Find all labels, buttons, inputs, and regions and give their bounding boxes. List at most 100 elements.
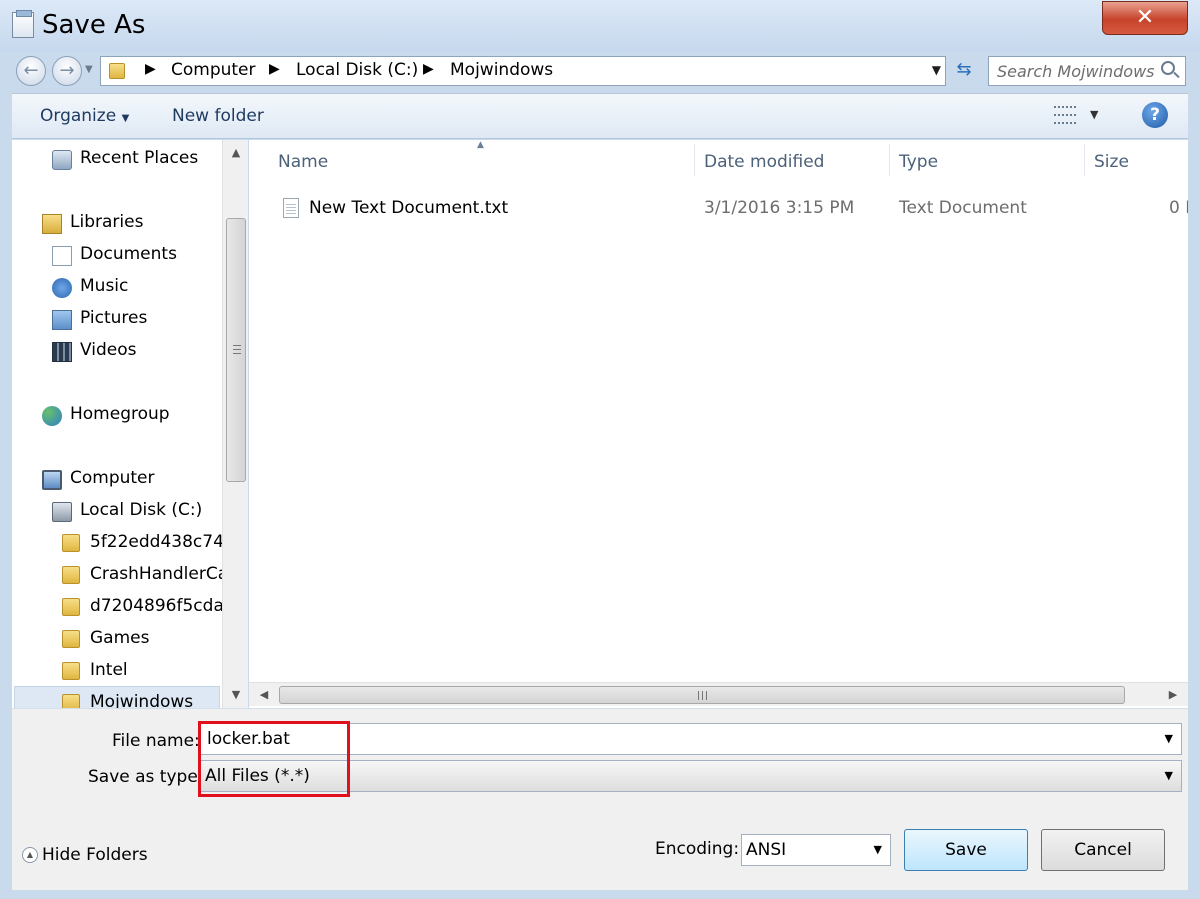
folder-icon (109, 63, 125, 79)
nav-label: Computer (70, 468, 155, 488)
column-header-size[interactable]: Size (1094, 152, 1129, 172)
scroll-left-icon[interactable]: ◀ (253, 683, 275, 707)
file-date: 3/1/2016 3:15 PM (704, 198, 855, 218)
scroll-down-icon[interactable]: ▼ (223, 684, 249, 706)
scroll-right-icon[interactable]: ▶ (1162, 683, 1184, 707)
chevron-down-icon: ▼ (121, 113, 130, 124)
chevron-down-icon[interactable]: ▼ (874, 843, 882, 856)
column-header-date[interactable]: Date modified (704, 152, 824, 172)
folder-icon (62, 534, 80, 552)
nav-scrollbar[interactable]: ▲ ▼ (222, 140, 248, 708)
chevron-up-icon: ▲ (22, 847, 38, 863)
column-divider[interactable] (889, 144, 890, 176)
nav-label: Games (90, 628, 150, 648)
column-divider[interactable] (1084, 144, 1085, 176)
music-icon (52, 278, 72, 298)
file-type: Text Document (899, 198, 1027, 218)
folder-icon (62, 694, 80, 708)
chevron-down-icon[interactable]: ▼ (1165, 732, 1173, 745)
file-size: 0 K (1169, 198, 1188, 218)
save-button[interactable]: Save (904, 829, 1028, 871)
help-icon[interactable]: ? (1142, 102, 1168, 128)
file-list[interactable]: ▲ Name Date modified Type Size New Text … (249, 140, 1188, 708)
breadcrumb-arrow-icon[interactable]: ▶ (423, 61, 434, 77)
nav-label: 5f22edd438c748 (90, 532, 235, 552)
breadcrumb-mojwindows[interactable]: Mojwindows (450, 60, 553, 80)
column-header-type[interactable]: Type (899, 152, 938, 172)
close-button[interactable]: ✕ (1102, 1, 1188, 35)
file-list-horizontal-scrollbar[interactable]: ◀ ▶ (249, 682, 1188, 706)
encoding-label: Encoding: (655, 839, 740, 859)
libraries-icon (42, 214, 62, 234)
file-row[interactable]: New Text Document.txt 3/1/2016 3:15 PM T… (249, 194, 1188, 222)
command-toolbar: Organize ▼ New folder ▼ ? (12, 93, 1188, 139)
scrollbar-thumb[interactable] (226, 218, 246, 482)
folder-icon (62, 566, 80, 584)
sort-ascending-icon: ▲ (477, 140, 484, 150)
file-name: New Text Document.txt (309, 198, 509, 218)
nav-label: Recent Places (80, 148, 199, 168)
organize-menu[interactable]: Organize ▼ (40, 106, 129, 126)
nav-label: Homegroup (70, 404, 170, 424)
homegroup-icon (42, 406, 62, 426)
breadcrumb-arrow-icon[interactable]: ▶ (145, 61, 156, 77)
address-row: ← → ▼ ▶ Computer ▶ Local Disk (C:) ▶ Moj… (0, 52, 1200, 90)
search-box[interactable] (988, 56, 1186, 86)
folder-icon (62, 630, 80, 648)
breadcrumb-arrow-icon[interactable]: ▶ (269, 61, 280, 77)
search-icon[interactable] (1161, 61, 1175, 75)
title-bar: Save As ✕ (0, 0, 1200, 52)
computer-icon (42, 470, 62, 490)
grip-icon (233, 345, 241, 354)
text-file-icon (283, 198, 299, 218)
nav-label: Intel (90, 660, 128, 680)
breadcrumb-local-disk[interactable]: Local Disk (C:) (296, 60, 418, 80)
nav-label: Mojwindows (90, 692, 194, 708)
encoding-select[interactable]: ANSI ▼ (741, 834, 891, 866)
view-options-icon[interactable] (1054, 106, 1076, 124)
recent-locations-dropdown[interactable]: ▼ (85, 64, 93, 75)
view-dropdown-icon[interactable]: ▼ (1090, 108, 1098, 121)
nav-label: d7204896f5cdac (90, 596, 234, 616)
cancel-button[interactable]: Cancel (1041, 829, 1165, 871)
column-divider[interactable] (694, 144, 695, 176)
recent-places-icon (52, 150, 72, 170)
save-as-type-label: Save as type: (88, 767, 204, 787)
scroll-up-icon[interactable]: ▲ (223, 142, 249, 164)
window-title: Save As (42, 10, 146, 40)
videos-icon (52, 342, 72, 362)
nav-label: CrashHandlerCac (90, 564, 238, 584)
documents-icon (52, 246, 72, 266)
back-button[interactable]: ← (16, 56, 46, 86)
new-folder-button[interactable]: New folder (172, 106, 264, 126)
breadcrumb-computer[interactable]: Computer (171, 60, 256, 80)
pictures-icon (52, 310, 72, 330)
file-name-label: File name: (112, 731, 200, 751)
encoding-value: ANSI (746, 840, 787, 860)
navigation-pane[interactable]: Recent Places Libraries Documents Music … (12, 140, 248, 708)
nav-label: Music (80, 276, 129, 296)
local-disk-icon (52, 502, 72, 522)
nav-label: Libraries (70, 212, 144, 232)
grip-icon (698, 691, 707, 700)
red-highlight-box (198, 721, 350, 797)
address-dropdown-icon[interactable]: ▼ (932, 63, 941, 77)
organize-label: Organize (40, 106, 117, 126)
notepad-icon (12, 10, 34, 38)
address-bar[interactable]: ▶ Computer ▶ Local Disk (C:) ▶ Mojwindow… (100, 56, 946, 86)
refresh-icon[interactable]: ⇆ (948, 56, 980, 86)
hide-folders-label: Hide Folders (42, 845, 148, 865)
column-header-name[interactable]: Name (278, 152, 328, 172)
scrollbar-thumb[interactable] (279, 686, 1125, 704)
nav-label: Videos (80, 340, 137, 360)
nav-label: Documents (80, 244, 177, 264)
search-input[interactable] (997, 58, 1157, 84)
nav-label: Local Disk (C:) (80, 500, 203, 520)
save-options-panel: File name: ▼ Save as type: All Files (*.… (12, 708, 1188, 890)
locked-folder-icon (62, 598, 80, 616)
chevron-down-icon[interactable]: ▼ (1165, 769, 1173, 782)
forward-button[interactable]: → (52, 56, 82, 86)
folder-icon (62, 662, 80, 680)
hide-folders-button[interactable]: ▲ Hide Folders (22, 845, 148, 865)
nav-label: Pictures (80, 308, 148, 328)
